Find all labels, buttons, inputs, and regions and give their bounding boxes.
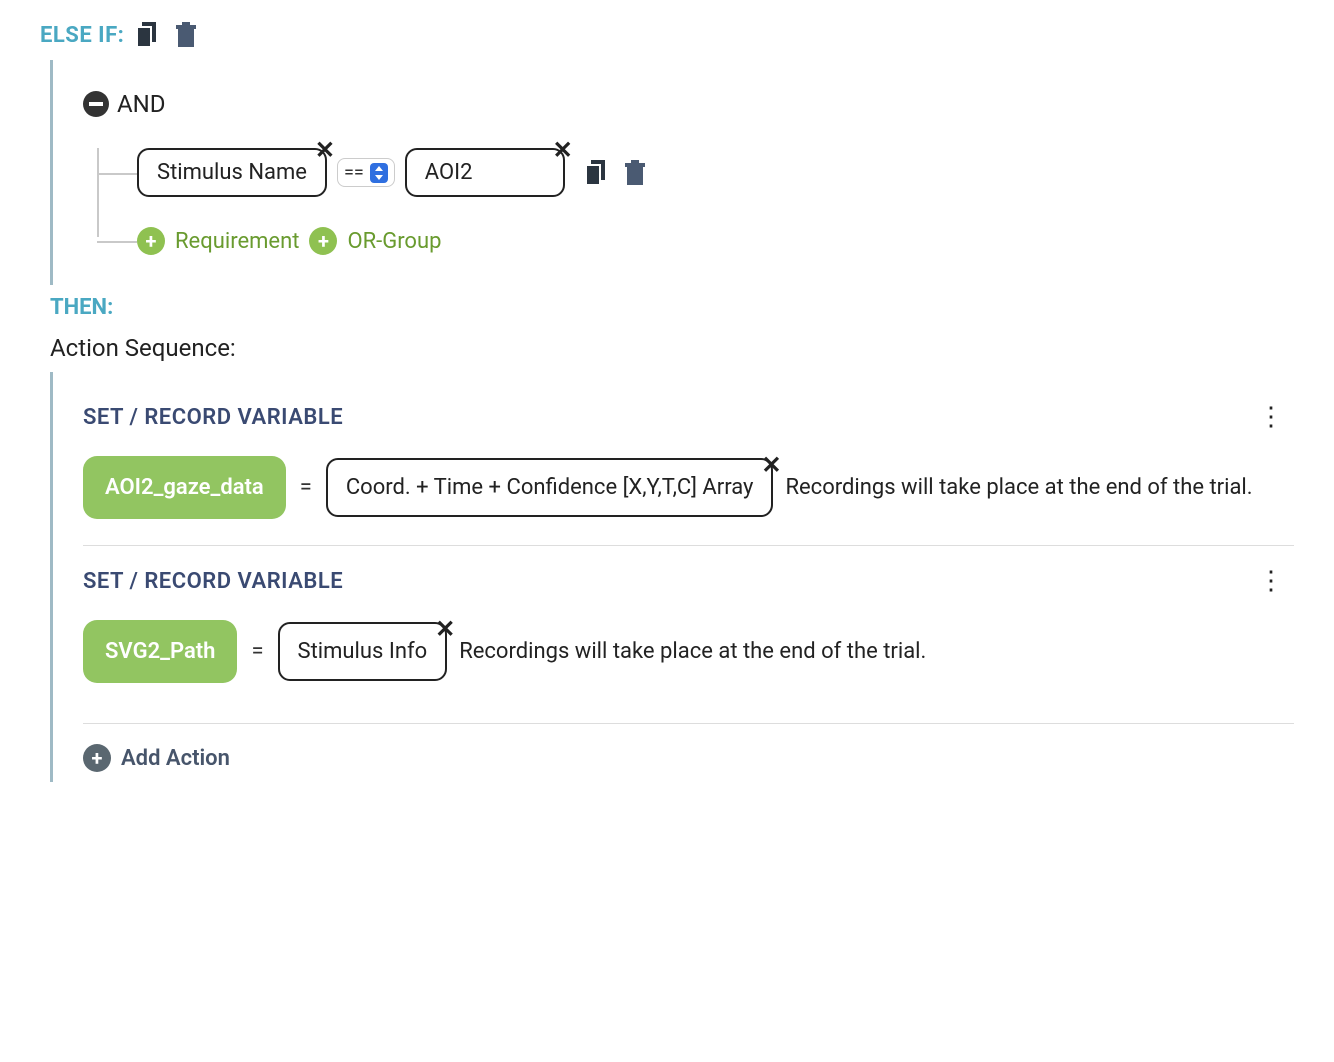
value-box[interactable]: Coord. + Time + Confidence [X,Y,T,C] Arr… <box>326 458 774 517</box>
then-label: THEN: <box>50 295 1294 320</box>
lhs-text: Stimulus Name <box>157 160 307 185</box>
delete-condition-icon[interactable] <box>621 158 649 188</box>
kebab-menu-icon[interactable]: ⋮ <box>1258 566 1294 596</box>
copy-condition-icon[interactable] <box>583 158 611 188</box>
note-text: Recordings will take place at the end of… <box>785 470 1252 505</box>
action-title: SET / RECORD VARIABLE <box>83 405 343 430</box>
elseif-header: ELSE IF: <box>40 20 1294 50</box>
condition-row: Stimulus Name ✕ == AOI2 ✕ <box>137 148 1294 197</box>
elseif-label: ELSE IF: <box>40 23 124 48</box>
rhs-box[interactable]: AOI2 ✕ <box>405 148 565 197</box>
equals-sign: = <box>249 634 265 669</box>
add-action-label[interactable]: Add Action <box>121 746 230 771</box>
action-body: AOI2_gaze_data = Coord. + Time + Confide… <box>83 456 1294 519</box>
add-action-row: + Add Action <box>83 723 1294 772</box>
action-header: SET / RECORD VARIABLE ⋮ <box>83 566 1294 596</box>
remove-rhs-icon[interactable]: ✕ <box>553 136 573 164</box>
value-box[interactable]: Stimulus Info ✕ <box>278 622 448 681</box>
remove-and-icon[interactable] <box>83 91 109 117</box>
and-row: AND <box>83 90 1294 118</box>
action-block: SET / RECORD VARIABLE ⋮ AOI2_gaze_data =… <box>83 382 1294 545</box>
equals-sign: = <box>298 470 314 505</box>
remove-value-icon[interactable]: ✕ <box>435 610 455 648</box>
add-requirement-label[interactable]: Requirement <box>175 229 299 254</box>
copy-icon[interactable] <box>134 20 162 50</box>
action-block: SET / RECORD VARIABLE ⋮ SVG2_Path = Stim… <box>83 545 1294 709</box>
dropdown-caret-icon <box>370 163 388 183</box>
and-label: AND <box>117 90 166 118</box>
variable-pill[interactable]: AOI2_gaze_data <box>83 456 286 519</box>
add-orgroup-icon[interactable]: + <box>309 227 337 255</box>
trash-icon[interactable] <box>172 20 200 50</box>
action-sequence-label: Action Sequence: <box>50 334 1294 362</box>
and-children: Stimulus Name ✕ == AOI2 ✕ <box>97 148 1294 255</box>
operator-text: == <box>344 162 364 183</box>
remove-lhs-icon[interactable]: ✕ <box>315 136 335 164</box>
lhs-box[interactable]: Stimulus Name ✕ <box>137 148 327 197</box>
rhs-text: AOI2 <box>425 160 473 185</box>
add-requirement-icon[interactable]: + <box>137 227 165 255</box>
note-text: Recordings will take place at the end of… <box>459 634 926 669</box>
add-orgroup-label[interactable]: OR-Group <box>347 229 441 254</box>
add-condition-row: + Requirement + OR-Group <box>137 227 1294 255</box>
action-header: SET / RECORD VARIABLE ⋮ <box>83 402 1294 432</box>
value-text: Coord. + Time + Confidence [X,Y,T,C] Arr… <box>346 475 754 500</box>
operator-select[interactable]: == <box>337 158 395 187</box>
elseif-condition-block: AND Stimulus Name ✕ == AOI2 ✕ <box>50 60 1294 285</box>
action-body: SVG2_Path = Stimulus Info ✕ Recordings w… <box>83 620 1294 683</box>
kebab-menu-icon[interactable]: ⋮ <box>1258 402 1294 432</box>
remove-value-icon[interactable]: ✕ <box>761 446 781 484</box>
action-sequence-block: SET / RECORD VARIABLE ⋮ AOI2_gaze_data =… <box>50 372 1294 782</box>
add-action-icon[interactable]: + <box>83 744 111 772</box>
action-title: SET / RECORD VARIABLE <box>83 569 343 594</box>
variable-pill[interactable]: SVG2_Path <box>83 620 237 683</box>
value-text: Stimulus Info <box>298 639 428 664</box>
